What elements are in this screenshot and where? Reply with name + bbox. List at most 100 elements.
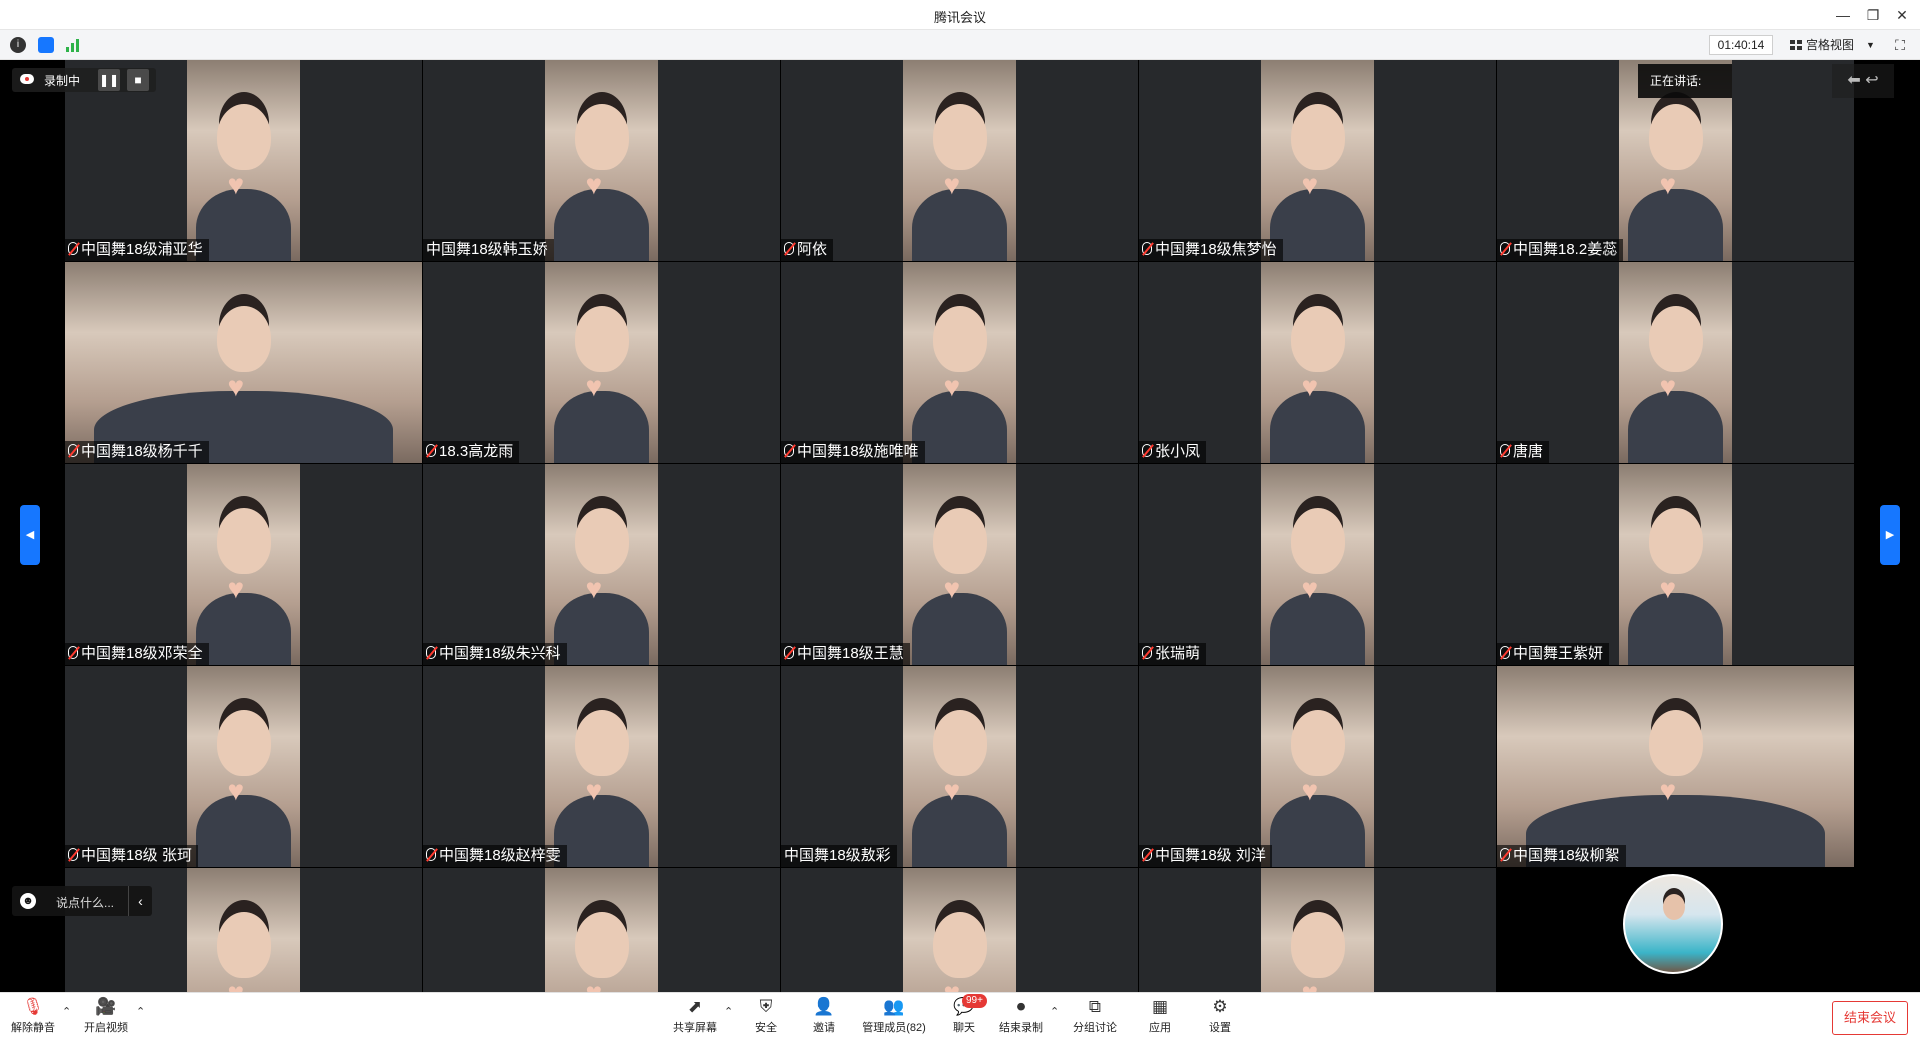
- participant-tile[interactable]: ♥ 张瑞萌: [1139, 464, 1496, 665]
- manage-members-button[interactable]: 👥 管理成员(82): [858, 997, 930, 1039]
- next-page-button[interactable]: ▶: [1880, 505, 1900, 565]
- mic-muted-icon: [426, 646, 436, 659]
- share-options-chevron-icon[interactable]: ⌃: [724, 1005, 733, 1018]
- participant-face: [1290, 104, 1345, 171]
- view-mode-button[interactable]: 宫格视图 ▼: [1784, 35, 1878, 55]
- restore-icon[interactable]: ❐: [1862, 4, 1884, 26]
- participant-face: [574, 508, 629, 575]
- previous-page-button[interactable]: ◀: [20, 505, 40, 565]
- participant-tile[interactable]: ♥ 中国舞18级敖彩: [781, 666, 1138, 867]
- participant-tile[interactable]: ♥ 中国舞18级朱兴科: [423, 464, 780, 665]
- participant-face: [1290, 306, 1345, 373]
- shield-icon[interactable]: [38, 37, 54, 53]
- participant-face: [932, 306, 987, 373]
- participant-name-tag: 唐唐: [1497, 441, 1550, 463]
- invite-button[interactable]: 👤 邀请: [806, 997, 842, 1039]
- heart-gesture-icon: ♥: [1659, 572, 1677, 604]
- participant-face: [1648, 306, 1703, 373]
- info-icon[interactable]: i: [10, 37, 26, 53]
- breakout-rooms-button[interactable]: ⧉ 分组讨论: [1070, 997, 1120, 1039]
- heart-gesture-icon: ♥: [585, 370, 603, 402]
- participant-name: 中国舞18.2姜蕊: [1513, 241, 1618, 258]
- participant-tile[interactable]: ♥ 18.3高龙雨: [423, 262, 780, 463]
- emoji-icon[interactable]: ☻: [20, 893, 36, 909]
- participant-name: 中国舞18级韩玉娇: [426, 241, 548, 258]
- participant-face: [1290, 508, 1345, 575]
- participant-face: [1648, 508, 1703, 575]
- recording-options-chevron-icon[interactable]: ⌃: [1050, 1005, 1059, 1018]
- participant-tile[interactable]: ♥ 中国舞18级焦梦怡: [1139, 60, 1496, 261]
- window-title: 腾讯会议: [933, 10, 986, 25]
- participant-face: [1290, 710, 1345, 777]
- speaker-controls[interactable]: ⬅ ↩: [1832, 64, 1894, 98]
- participant-tile[interactable]: ♥ 中国舞王紫妍: [1497, 464, 1854, 665]
- end-recording-button[interactable]: ⏺ 结束录制: [996, 997, 1046, 1039]
- participant-tile[interactable]: ♥ 中国舞18级柳絮: [1497, 666, 1854, 867]
- participant-name: 中国舞18级焦梦怡: [1155, 241, 1277, 258]
- heart-gesture-icon: ♥: [1301, 774, 1319, 806]
- participant-name: 中国舞18级杨千千: [81, 443, 203, 460]
- participant-face: [574, 912, 629, 979]
- heart-gesture-icon: ♥: [1301, 370, 1319, 402]
- apps-label: 应用: [1149, 1022, 1171, 1034]
- mic-muted-icon: [1142, 848, 1152, 861]
- chat-button[interactable]: 💬 99+ 聊天: [946, 994, 987, 1039]
- participant-face: [932, 104, 987, 171]
- participant-name: 中国舞王紫妍: [1513, 645, 1604, 662]
- participant-name: 中国舞18级施唯唯: [797, 443, 919, 460]
- participant-tile[interactable]: ♥: [423, 868, 780, 992]
- end-recording-label: 结束录制: [999, 1022, 1043, 1034]
- mic-muted-icon: [68, 242, 78, 255]
- participant-tile[interactable]: ♥ 中国舞18级赵梓雯: [423, 666, 780, 867]
- title-bar: 腾讯会议 — ❐ ✕: [0, 0, 1920, 30]
- participant-name-tag: 中国舞18级 刘洋: [1139, 845, 1272, 867]
- participant-name-tag: 18.3高龙雨: [423, 441, 520, 463]
- pause-recording-button[interactable]: ❚❚: [98, 69, 120, 91]
- chevron-left-icon[interactable]: ‹: [128, 886, 152, 916]
- bottom-toolbar: 🎙 解除静音 ⌃ 🎥 开启视频 ⌃ ⬈ 共享屏幕 ⌃ ⛨ 安全 👤 邀请 👥 管…: [0, 992, 1920, 1042]
- mic-off-icon: 🎙: [22, 997, 44, 1016]
- unmute-button[interactable]: 🎙 解除静音: [8, 997, 58, 1039]
- signal-icon[interactable]: [65, 37, 81, 53]
- chat-input[interactable]: 说点什么...: [56, 894, 114, 911]
- close-icon[interactable]: ✕: [1891, 4, 1913, 26]
- end-meeting-button[interactable]: 结束会议: [1832, 1001, 1908, 1035]
- participant-video: ♥: [903, 464, 1016, 665]
- participant-tile[interactable]: ♥ 中国舞18级 刘洋: [1139, 666, 1496, 867]
- participant-tile[interactable]: ♥ 唐唐: [1497, 262, 1854, 463]
- heart-gesture-icon: ♥: [227, 774, 245, 806]
- participant-face: [216, 912, 271, 979]
- video-options-chevron-icon[interactable]: ⌃: [136, 1005, 145, 1018]
- participant-name: 中国舞18级赵梓雯: [439, 847, 561, 864]
- minimize-icon[interactable]: —: [1832, 4, 1854, 26]
- apps-icon: ▦: [1151, 997, 1169, 1016]
- recording-indicator: 录制中 ❚❚ ■: [12, 68, 156, 92]
- apps-button[interactable]: ▦ 应用: [1142, 997, 1178, 1039]
- participant-tile[interactable]: ♥ 中国舞18级邓荣全: [65, 464, 422, 665]
- participant-tile[interactable]: ♥ 阿依: [781, 60, 1138, 261]
- audio-options-chevron-icon[interactable]: ⌃: [62, 1005, 71, 1018]
- share-screen-button[interactable]: ⬈ 共享屏幕: [668, 997, 722, 1039]
- settings-button[interactable]: ⚙ 设置: [1202, 997, 1238, 1039]
- participant-video: ♥: [187, 666, 300, 867]
- participant-tile[interactable]: ♥: [781, 868, 1138, 992]
- participant-tile[interactable]: ♥ 中国舞18级王慧: [781, 464, 1138, 665]
- participant-tile[interactable]: ♥ 中国舞18级韩玉娇: [423, 60, 780, 261]
- participant-tile[interactable]: ♥ 中国舞18级 张珂: [65, 666, 422, 867]
- participant-name: 阿依: [797, 241, 828, 258]
- participant-tile[interactable]: ♥: [1139, 868, 1496, 992]
- quick-chat-box[interactable]: ☻ 说点什么... ‹: [12, 886, 152, 916]
- security-button[interactable]: ⛨ 安全: [748, 997, 784, 1039]
- participant-tile[interactable]: ♥ 中国舞18级施唯唯: [781, 262, 1138, 463]
- mic-muted-icon: [1142, 444, 1152, 457]
- start-video-button[interactable]: 🎥 开启视频: [80, 997, 132, 1039]
- stop-recording-button[interactable]: ■: [127, 69, 149, 91]
- participant-video: ♥: [545, 868, 658, 992]
- fullscreen-icon[interactable]: ⛶: [1891, 36, 1909, 54]
- participant-tile[interactable]: ♥ 张小凤: [1139, 262, 1496, 463]
- speaking-indicator: 正在讲话:: [1638, 64, 1732, 98]
- participant-tile[interactable]: ♥ 中国舞18级杨千千: [65, 262, 422, 463]
- heart-gesture-icon: ♥: [943, 572, 961, 604]
- participant-name-tag: 中国舞18级焦梦怡: [1139, 239, 1283, 261]
- participant-name-tag: 中国舞王紫妍: [1497, 643, 1610, 665]
